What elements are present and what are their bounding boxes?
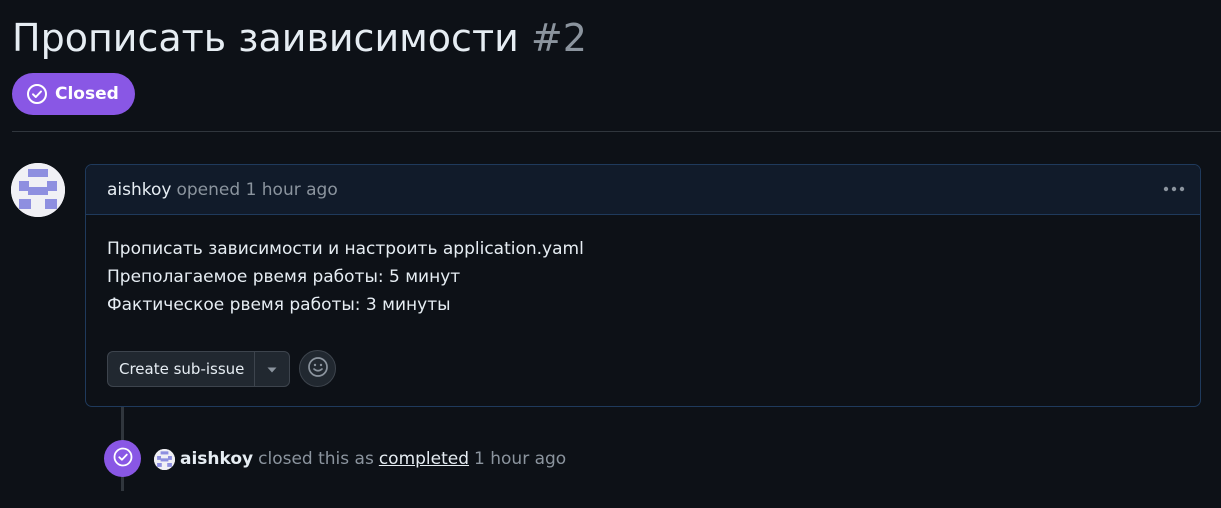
header-divider — [12, 131, 1221, 132]
create-sub-issue-button[interactable]: Create sub-issue — [108, 352, 254, 386]
comment-body-line: Прописать зависимости и настроить applic… — [107, 239, 584, 259]
issue-state-badge: Closed — [12, 73, 135, 115]
triangle-down-icon — [266, 359, 278, 378]
comment-actions: Create sub-issue — [107, 350, 337, 387]
avatar[interactable] — [11, 163, 65, 217]
timeline-event: aishkoy closed this as completed 1 hour … — [154, 446, 566, 472]
completed-link[interactable]: completed — [379, 449, 469, 469]
comment-author-link[interactable]: aishkoy — [107, 180, 171, 200]
event-text: closed this as — [258, 449, 374, 469]
issue-title: Прописать заивисимости #2 — [12, 12, 587, 64]
smiley-icon — [307, 356, 329, 382]
add-reaction-button[interactable] — [299, 350, 337, 387]
issue-state-label: Closed — [55, 84, 119, 104]
comment-header: aishkoy opened 1 hour ago — [86, 165, 1200, 215]
issue-title-text: Прописать заивисимости — [12, 16, 519, 60]
event-timestamp[interactable]: 1 hour ago — [474, 449, 566, 469]
check-circle-icon — [112, 446, 134, 472]
closed-event-icon — [104, 440, 141, 477]
issue-number: #2 — [530, 16, 587, 60]
comment-body-line: Преполагаемое рвемя работы: 5 минут — [107, 267, 461, 287]
comment-timestamp[interactable]: opened 1 hour ago — [176, 180, 337, 200]
check-circle-icon — [26, 83, 48, 105]
create-sub-issue-split-button: Create sub-issue — [107, 350, 291, 387]
comment-body: Прописать зависимости и настроить applic… — [86, 215, 1200, 319]
issue-page: Прописать заивисимости #2 Closed aishkoy… — [0, 0, 1221, 508]
kebab-horizontal-icon[interactable] — [1162, 179, 1186, 199]
avatar[interactable] — [154, 448, 175, 470]
comment-body-line: Фактическое рвемя работы: 3 минуты — [107, 295, 451, 315]
event-author-link[interactable]: aishkoy — [180, 449, 253, 469]
issue-comment: aishkoy opened 1 hour ago Прописать зави… — [85, 164, 1201, 407]
create-sub-issue-dropdown-button[interactable] — [254, 351, 289, 386]
